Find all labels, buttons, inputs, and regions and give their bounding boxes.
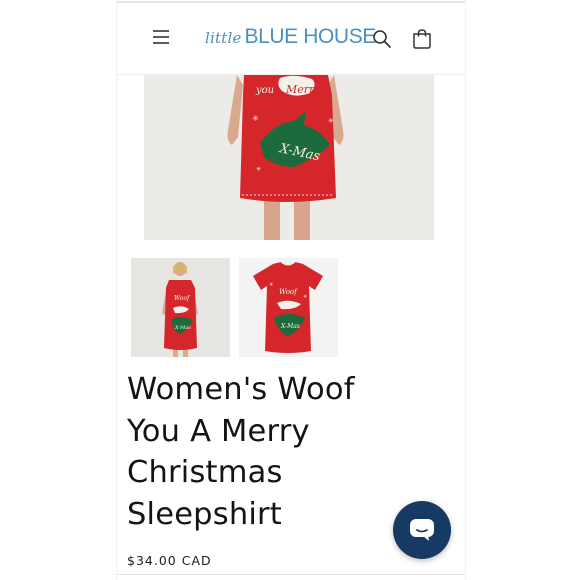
logo-script-text: little xyxy=(205,29,242,47)
cart-icon[interactable] xyxy=(411,28,433,50)
chat-icon xyxy=(410,519,434,541)
thumbnail-flat-photo: Woof X-Mas ✳ ✳ xyxy=(239,258,338,357)
product-title-line-3: Christmas xyxy=(127,455,283,490)
thumb1-print-xmas: X-Mas xyxy=(174,325,191,331)
site-header: little BLUE HOUSE xyxy=(117,4,465,75)
main-product-image[interactable]: you Merry X-Mas ✳ ✳ ✳ xyxy=(144,75,434,240)
product-page: little BLUE HOUSE you Merry X-Mas ✳ ✳ ✳ … xyxy=(116,0,466,580)
menu-icon[interactable] xyxy=(152,28,170,46)
svg-text:✳: ✳ xyxy=(269,282,273,288)
search-icon[interactable] xyxy=(372,29,392,49)
print-text-merry: Merry xyxy=(285,83,321,96)
svg-text:✳: ✳ xyxy=(303,294,307,300)
thumb1-print-woof: Woof xyxy=(174,295,191,302)
product-photo: you Merry X-Mas ✳ ✳ ✳ xyxy=(144,75,434,240)
product-price: $34.00 CAD xyxy=(127,553,212,568)
thumbnail-model-photo: Woof X-Mas xyxy=(131,258,230,357)
chat-button[interactable] xyxy=(393,501,451,559)
logo-main-text: BLUE HOUSE xyxy=(244,25,377,48)
svg-text:✳: ✳ xyxy=(252,114,259,123)
top-divider xyxy=(117,1,465,3)
page: little BLUE HOUSE you Merry X-Mas ✳ ✳ ✳ … xyxy=(0,0,580,580)
thumb2-print-woof: Woof xyxy=(279,288,298,296)
svg-text:✳: ✳ xyxy=(328,117,334,125)
product-title-line-1: Women's Woof xyxy=(127,372,355,407)
thumb2-print-xmas: X-Mas xyxy=(280,323,300,330)
product-title-line-4: Sleepshirt xyxy=(127,496,282,532)
site-logo[interactable]: little BLUE HOUSE xyxy=(205,25,376,51)
svg-text:✳: ✳ xyxy=(256,166,261,173)
print-text-you: you xyxy=(255,85,274,96)
bottom-divider xyxy=(117,574,465,580)
product-title-line-2: You A Merry xyxy=(127,413,310,449)
thumbnail-model[interactable]: Woof X-Mas xyxy=(131,258,230,357)
thumbnail-flat[interactable]: Woof X-Mas ✳ ✳ xyxy=(239,258,338,357)
